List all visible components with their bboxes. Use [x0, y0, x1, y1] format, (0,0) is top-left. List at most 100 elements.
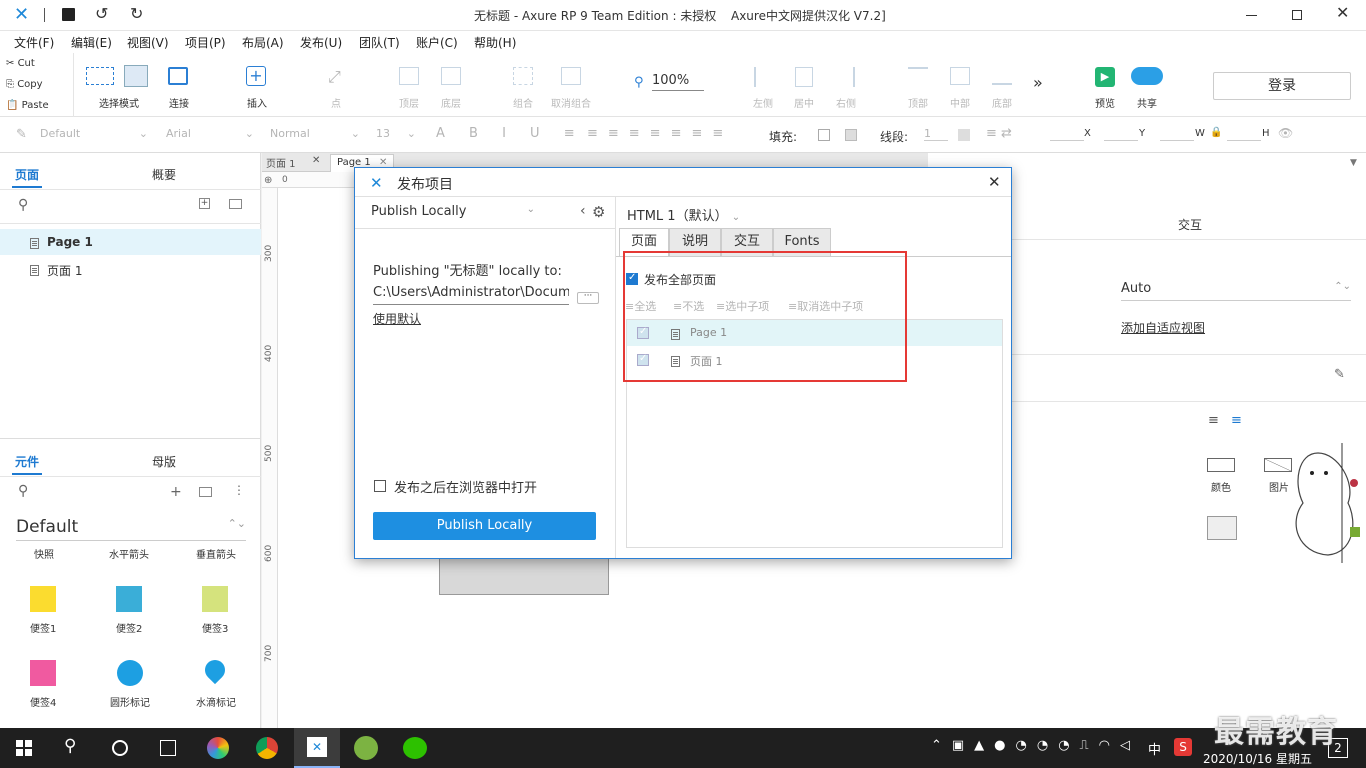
search-icon[interactable]: ⚲	[18, 197, 28, 213]
add-library-icon[interactable]: +	[170, 484, 182, 500]
select-contained-icon[interactable]	[124, 65, 148, 87]
tab-pages[interactable]: 页面	[15, 166, 39, 183]
dialog-close-icon[interactable]: ✕	[988, 173, 1001, 191]
library-more-icon[interactable]: ⋮	[233, 483, 245, 497]
drop-marker-icon[interactable]	[200, 655, 230, 685]
widget-label-h-arrow[interactable]: 水平箭头	[109, 546, 149, 561]
align-center-icon[interactable]	[795, 67, 813, 87]
browse-path-button[interactable]: ···	[577, 292, 599, 304]
ime-indicator[interactable]: 中	[1148, 739, 1161, 758]
library-manage-icon[interactable]	[199, 487, 212, 497]
output-path-input[interactable]: C:\Users\Administrator\Docume	[373, 285, 569, 305]
menu-publish[interactable]: 发布(U)	[300, 34, 342, 51]
tab-outline[interactable]: 概要	[152, 166, 176, 183]
lock-icon[interactable]: 🔒	[1210, 127, 1222, 138]
add-adaptive-view-link[interactable]: 添加自适应视图	[1121, 319, 1205, 336]
point-icon[interactable]: ⤢	[328, 67, 341, 87]
tray-icons[interactable]: ⌃▣▲●◔◔◔⎍◠◁	[931, 738, 1140, 753]
select-mode-icon[interactable]	[86, 67, 114, 85]
tab-widgets[interactable]: 元件	[15, 453, 39, 470]
align-middle-icon[interactable]	[950, 67, 970, 85]
sticky2-icon[interactable]	[116, 586, 142, 612]
style-edit-icon[interactable]: ✎	[16, 127, 27, 142]
clock-date[interactable]: 2020/10/16 星期五	[1203, 750, 1312, 767]
w-input[interactable]	[1160, 127, 1194, 141]
insert-icon[interactable]: +	[246, 66, 266, 86]
add-page-icon[interactable]: +	[199, 198, 210, 209]
sticky1-icon[interactable]	[30, 586, 56, 612]
y-input[interactable]	[1104, 127, 1138, 141]
text-style-icons[interactable]: A B I U ≡	[436, 126, 585, 141]
ungroup-icon[interactable]	[561, 67, 581, 85]
zoom-select[interactable]: 100%	[652, 73, 704, 91]
maximize-icon[interactable]	[1292, 10, 1302, 20]
image-placeholder-icon[interactable]	[1207, 516, 1237, 540]
close-tab-icon[interactable]: ✕	[312, 155, 320, 166]
paste-button[interactable]: 📋 Paste	[6, 100, 49, 111]
cut-button[interactable]: ✂ Cut	[6, 58, 35, 69]
menu-arrange[interactable]: 布局(A)	[242, 34, 284, 51]
adaptive-view-select[interactable]: Auto ⌃⌄	[1121, 281, 1351, 301]
windows-start-icon[interactable]	[16, 740, 32, 756]
target-select[interactable]: HTML 1（默认） ⌄	[627, 205, 740, 224]
sogou-icon[interactable]: S	[1174, 738, 1192, 756]
tab-masters[interactable]: 母版	[152, 453, 176, 470]
use-default-link[interactable]: 使用默认	[373, 310, 421, 327]
connect-icon[interactable]	[168, 67, 188, 85]
axure-taskbar-icon[interactable]: ✕	[294, 728, 340, 768]
align-left-text-icon[interactable]: ≡	[1208, 413, 1219, 428]
sticky4-icon[interactable]	[30, 660, 56, 686]
wechat-icon[interactable]	[403, 737, 427, 759]
search-icon[interactable]: ⚲	[64, 736, 76, 756]
green-app-icon[interactable]	[354, 736, 378, 760]
add-folder-icon[interactable]	[229, 199, 242, 209]
widget-label-snapshot[interactable]: 快照	[34, 546, 54, 561]
login-button[interactable]: 登录	[1213, 72, 1351, 100]
align-top-icon[interactable]	[908, 67, 928, 85]
menu-team[interactable]: 团队(T)	[359, 34, 400, 51]
menu-edit[interactable]: 编辑(E)	[71, 34, 112, 51]
visibility-eye-icon[interactable]: 👁	[1278, 126, 1293, 140]
shadow-swatch[interactable]	[845, 129, 857, 141]
more-chevron-icon[interactable]: »	[1033, 73, 1043, 92]
page-row-page2[interactable]: 页面 1	[0, 256, 261, 282]
chrome-icon[interactable]	[256, 737, 278, 759]
paragraph-align-icons[interactable]: ≡≡≡≡≡≡≡	[587, 126, 733, 141]
menu-help[interactable]: 帮助(H)	[474, 34, 516, 51]
menu-project[interactable]: 项目(P)	[185, 34, 226, 51]
h-input[interactable]	[1227, 127, 1261, 141]
menu-file[interactable]: 文件(F)	[14, 34, 54, 51]
publish-locally-button[interactable]: Publish Locally	[373, 512, 596, 540]
right-scroll-toggle-icon[interactable]: ▼	[1350, 158, 1357, 168]
publish-profile-select[interactable]: Publish Locally ⌄	[371, 204, 535, 219]
align-right-icon[interactable]	[837, 67, 855, 87]
redo-icon[interactable]: ↻	[130, 4, 143, 23]
color-fill-icon[interactable]	[1207, 458, 1235, 472]
minimize-icon[interactable]	[1246, 15, 1257, 16]
share-cloud-icon[interactable]	[1131, 67, 1163, 85]
preview-icon[interactable]: ▶	[1095, 67, 1115, 87]
circle-marker-icon[interactable]	[117, 660, 143, 686]
undo-icon[interactable]: ↺	[95, 4, 108, 23]
interactions-title[interactable]: 交互	[1178, 216, 1202, 233]
page-row-page1[interactable]: Page 1	[0, 229, 261, 255]
widget-label-v-arrow[interactable]: 垂直箭头	[196, 546, 236, 561]
align-bottom-icon[interactable]	[992, 67, 1012, 85]
line-width-input[interactable]: 1	[924, 127, 948, 141]
task-view-icon[interactable]	[160, 740, 176, 756]
photos-app-icon[interactable]	[207, 737, 229, 759]
line-color-swatch[interactable]	[958, 129, 970, 141]
open-after-checkbox[interactable]	[374, 480, 386, 492]
menu-view[interactable]: 视图(V)	[127, 34, 169, 51]
style-select[interactable]: Default ⌄	[40, 127, 148, 140]
copy-button[interactable]: ⎘ Copy	[6, 79, 43, 90]
widget-search-icon[interactable]: ⚲	[18, 483, 28, 499]
line-arrow-icon[interactable]: ≡ ⇄	[986, 126, 1012, 141]
close-icon[interactable]: ✕	[1336, 3, 1349, 22]
x-input[interactable]	[1050, 127, 1084, 141]
align-center-text-icon[interactable]: ≡	[1231, 413, 1242, 428]
settings-gear-icon[interactable]: ⚙	[592, 203, 605, 221]
library-select[interactable]: Default ⌃⌄	[16, 517, 246, 541]
font-select[interactable]: Arial ⌄	[166, 127, 254, 140]
edit-notes-icon[interactable]: ✎	[1334, 367, 1345, 382]
